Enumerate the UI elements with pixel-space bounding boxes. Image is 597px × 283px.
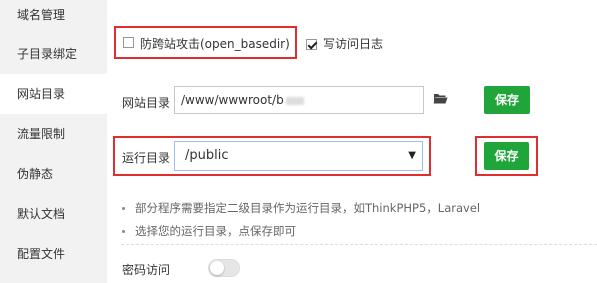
run-dir-save-button[interactable]: 保存: [484, 142, 529, 170]
site-dir-label: 网站目录: [122, 96, 171, 110]
sidebar-item-site-directory[interactable]: 网站目录: [0, 74, 107, 114]
folder-icon[interactable]: [433, 92, 448, 104]
sidebar-item-subdirectory-binding[interactable]: 子目录绑定: [0, 34, 107, 74]
main-panel: 防跨站攻击(open_basedir) 写访问日志 网站目录 /www/wwwr…: [107, 0, 597, 283]
open-basedir-label: 防跨站攻击(open_basedir): [140, 37, 290, 51]
run-dir-select[interactable]: /public ▼: [174, 141, 423, 171]
run-dir-label: 运行目录: [122, 151, 171, 165]
open-basedir-checkbox[interactable]: [123, 37, 134, 48]
sidebar-item-default-document[interactable]: 默认文档: [0, 194, 107, 234]
write-log-label: 写访问日志: [323, 37, 384, 51]
password-access-toggle[interactable]: [208, 259, 240, 277]
site-dir-value: /www/wwwroot/b: [181, 93, 284, 107]
redacted-blur: [285, 96, 304, 105]
toggle-knob: [210, 261, 224, 275]
run-dir-value: /public: [185, 148, 229, 163]
tip-text-2: 选择您的运行目录，点保存即可: [135, 224, 296, 238]
sidebar-item-traffic-limit[interactable]: 流量限制: [0, 114, 107, 154]
sidebar: 域名管理 子目录绑定 网站目录 流量限制 伪静态 默认文档 配置文件: [0, 0, 107, 283]
write-log-checkbox[interactable]: [306, 39, 317, 50]
bullet-dot: [122, 207, 125, 210]
sidebar-item-config-file[interactable]: 配置文件: [0, 234, 107, 274]
password-access-label: 密码访问: [122, 263, 171, 277]
site-dir-save-button[interactable]: 保存: [484, 86, 530, 114]
bullet-dot: [122, 230, 125, 233]
sidebar-item-rewrite[interactable]: 伪静态: [0, 154, 107, 194]
dropdown-arrow-icon: ▼: [408, 150, 416, 161]
tip-text-1: 部分程序需要指定二级目录作为运行目录，如ThinkPHP5，Laravel: [135, 201, 481, 215]
sidebar-item-domain-management[interactable]: 域名管理: [0, 0, 107, 34]
site-dir-input[interactable]: /www/wwwroot/b: [174, 86, 424, 114]
divider: [121, 244, 597, 245]
